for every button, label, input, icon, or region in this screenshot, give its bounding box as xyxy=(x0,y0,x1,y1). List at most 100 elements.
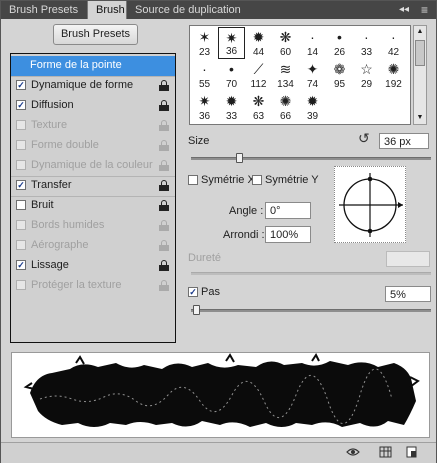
brush-tip[interactable]: ✺ 66 xyxy=(272,91,299,123)
brush-tip[interactable]: ⟋ 112 xyxy=(245,59,272,91)
lock-icon xyxy=(159,120,169,131)
option-label: Bords humides xyxy=(31,219,105,231)
lock-icon[interactable] xyxy=(159,100,169,111)
tab-clone-source[interactable]: Source de duplication xyxy=(127,1,275,19)
tab-brush[interactable]: Brush xyxy=(87,1,127,19)
brush-tip[interactable]: ❁ 95 xyxy=(326,59,353,91)
size-slider-thumb[interactable] xyxy=(236,153,243,163)
scroll-up-icon[interactable]: ▲ xyxy=(416,28,424,36)
spacing-slider-track[interactable] xyxy=(191,309,431,312)
brush-tip[interactable]: ✦ 74 xyxy=(299,59,326,91)
roundness-label: Arrondi : xyxy=(223,229,265,241)
brush-tip-icon: ⟋ xyxy=(253,61,264,77)
brush-tip[interactable]: ✷ 36 xyxy=(191,91,218,123)
brush-option-prot-ger-la-texture: Protéger la texture xyxy=(11,276,175,296)
brush-tip[interactable]: ❋ 60 xyxy=(272,27,299,59)
brush-tip[interactable]: • 26 xyxy=(326,27,353,59)
option-checkbox xyxy=(16,160,26,170)
option-checkbox[interactable] xyxy=(16,200,26,210)
brush-tip-size: 36 xyxy=(225,46,238,57)
tab-bar: Brush Presets Brush Source de duplicatio… xyxy=(1,1,436,19)
brush-tip-icon: ✹ xyxy=(252,29,265,45)
brush-tip[interactable]: ✺ 192 xyxy=(380,59,407,91)
lock-icon xyxy=(159,240,169,251)
brush-option-dynamique-de-forme[interactable]: ✓ Dynamique de forme xyxy=(11,76,175,96)
brush-tip-size: 36 xyxy=(198,111,211,122)
brush-tip[interactable]: ✷ 36 xyxy=(218,27,245,59)
tab-label: Brush xyxy=(96,4,125,16)
tab-brush-presets[interactable]: Brush Presets xyxy=(1,1,87,19)
eye-icon[interactable] xyxy=(346,446,360,458)
grid-icon[interactable] xyxy=(379,446,392,458)
brush-tip-scrollbar[interactable]: ▲ ▼ xyxy=(413,25,427,125)
spacing-field[interactable]: 5% xyxy=(385,286,431,302)
brush-tip[interactable]: ✹ 33 xyxy=(218,91,245,123)
scroll-thumb[interactable] xyxy=(415,40,425,66)
brush-option-transfer[interactable]: ✓ Transfer xyxy=(11,176,175,196)
brush-tip[interactable]: ❋ 63 xyxy=(245,91,272,123)
brush-tip-size: 39 xyxy=(306,111,319,122)
brush-tip-icon: ✦ xyxy=(306,61,319,77)
option-checkbox[interactable]: ✓ xyxy=(16,260,26,270)
lock-icon xyxy=(159,280,169,291)
option-checkbox[interactable]: ✓ xyxy=(16,80,26,90)
angle-field[interactable]: 0° xyxy=(265,202,311,219)
brush-tip[interactable]: ✹ 39 xyxy=(299,91,326,123)
panel-menu-icon[interactable]: ≡ xyxy=(421,1,428,19)
new-preset-icon[interactable] xyxy=(405,446,418,458)
size-field[interactable]: 36 px xyxy=(379,133,429,149)
roundness-field[interactable]: 100% xyxy=(265,226,311,243)
brush-tip-size: 26 xyxy=(333,47,346,58)
brush-tip[interactable]: ∙ 42 xyxy=(380,27,407,59)
brush-tip[interactable]: ≋ 134 xyxy=(272,59,299,91)
lock-icon[interactable] xyxy=(159,260,169,271)
lock-icon[interactable] xyxy=(159,200,169,211)
brush-tip-icon: • xyxy=(337,29,342,45)
lock-icon xyxy=(159,160,169,171)
angle-roundness-widget[interactable] xyxy=(334,166,406,243)
brush-tip[interactable]: · 14 xyxy=(299,27,326,59)
brush-tip-size: 192 xyxy=(385,79,402,90)
option-label: Texture xyxy=(31,119,68,131)
spacing-slider-thumb[interactable] xyxy=(192,305,200,315)
scroll-down-icon[interactable]: ▼ xyxy=(416,114,424,122)
symmetry-y-checkbox[interactable] xyxy=(252,175,262,185)
brush-tip-icon: · xyxy=(202,61,207,77)
spacing-checkbox[interactable]: ✓ xyxy=(188,287,198,297)
brush-tip[interactable]: • 70 xyxy=(218,59,245,91)
brush-presets-button[interactable]: Brush Presets xyxy=(53,24,138,45)
option-label: Transfer xyxy=(31,179,72,191)
option-label: Diffusion xyxy=(31,99,74,111)
brush-tip-size: 134 xyxy=(277,79,294,90)
option-checkbox[interactable]: ✓ xyxy=(16,100,26,110)
brush-tip-icon: ✹ xyxy=(306,93,319,109)
reset-size-icon[interactable]: ↺ xyxy=(358,131,372,145)
brush-option-bords-humides: Bords humides xyxy=(11,216,175,236)
brush-tip-size: 112 xyxy=(250,79,267,90)
option-label: Forme de la pointe xyxy=(30,59,122,71)
brush-option-forme-de-la-pointe[interactable]: Forme de la pointe xyxy=(11,56,175,76)
collapse-icon[interactable]: ◂◂ xyxy=(399,1,409,19)
brush-tip[interactable]: ✹ 44 xyxy=(245,27,272,59)
option-checkbox xyxy=(16,120,26,130)
option-checkbox[interactable]: ✓ xyxy=(16,180,26,190)
lock-icon[interactable] xyxy=(159,180,169,191)
option-checkbox xyxy=(16,240,26,250)
brush-option-lissage[interactable]: ✓ Lissage xyxy=(11,256,175,276)
brush-tip-icon: ✷ xyxy=(198,93,211,109)
lock-icon[interactable] xyxy=(159,80,169,91)
brush-tip[interactable]: ☆ 29 xyxy=(353,59,380,91)
brush-option-bruit[interactable]: Bruit xyxy=(11,196,175,216)
brush-tip[interactable]: · 55 xyxy=(191,59,218,91)
brush-tip[interactable]: ∙ 33 xyxy=(353,27,380,59)
brush-tip-icon: ❋ xyxy=(252,93,265,109)
tab-label: Source de duplication xyxy=(135,4,241,16)
lock-icon xyxy=(159,220,169,231)
symmetry-x-checkbox[interactable] xyxy=(188,175,198,185)
brush-tip-icon: ∙ xyxy=(391,29,396,45)
size-slider-track[interactable] xyxy=(191,157,431,160)
brush-tip[interactable]: ✶ 23 xyxy=(191,27,218,59)
brush-option-diffusion[interactable]: ✓ Diffusion xyxy=(11,96,175,116)
brush-tip-size: 44 xyxy=(252,47,265,58)
brush-tip-icon: ✷ xyxy=(225,30,238,46)
